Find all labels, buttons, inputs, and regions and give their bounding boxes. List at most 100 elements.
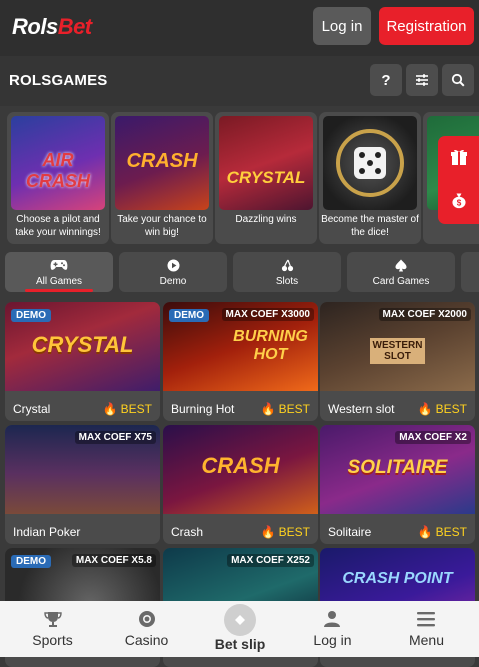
svg-text:$: $ <box>457 199 462 208</box>
featured-art: CRYSTAL <box>219 116 313 210</box>
nav-label: Casino <box>124 632 169 648</box>
max-coef-badge: MAX COEF X2000 <box>378 308 471 321</box>
ticket-icon <box>235 615 245 625</box>
menu-icon <box>417 612 435 627</box>
game-art-title: CRASH <box>201 453 280 478</box>
featured-art <box>323 116 417 210</box>
max-coef-badge: MAX COEF X5.8 <box>71 554 156 567</box>
featured-caption: Dazzling wins <box>235 214 297 225</box>
demo-badge: DEMO <box>11 309 51 322</box>
game-name: Crystal <box>13 402 51 416</box>
max-coef-badge: MAX COEF X75 <box>74 431 156 444</box>
fire-icon: 🔥 <box>417 525 433 539</box>
best-label: BEST <box>278 525 310 539</box>
game-art-title: CRASH POINT <box>342 570 453 587</box>
game-card-crash[interactable]: CRASH Crash 🔥 BEST <box>163 425 318 544</box>
featured-art: CRASH <box>115 116 209 210</box>
best-badge: 🔥 BEST <box>103 402 152 416</box>
top-bar: RolsBet Log in Registration <box>0 0 479 56</box>
nav-casino[interactable]: Casino <box>99 601 194 657</box>
game-card-burning-hot[interactable]: BURNING HOT DEMO MAX COEF X3000 Burning … <box>163 302 318 421</box>
game-card-crystal[interactable]: CRYSTAL DEMO Crystal 🔥 BEST <box>5 302 160 421</box>
user-icon <box>324 611 340 627</box>
demo-badge: DEMO <box>11 555 51 568</box>
game-card-indian-poker[interactable]: MAX COEF X75 Indian Poker <box>5 425 160 544</box>
fire-icon: 🔥 <box>102 402 118 416</box>
best-label: BEST <box>435 525 467 539</box>
game-art-title: WESTERN SLOT <box>370 338 425 364</box>
best-label: BEST <box>278 402 310 416</box>
demo-badge: DEMO <box>169 309 209 322</box>
tab-slots[interactable]: Slots <box>233 252 341 292</box>
help-button[interactable]: ? <box>370 64 402 96</box>
nav-login[interactable]: Log in <box>285 601 380 657</box>
question-icon: ? <box>381 71 391 89</box>
featured-art-title: CRYSTAL <box>226 168 306 187</box>
featured-card-crystal[interactable]: CRYSTAL Dazzling wins <box>215 112 317 244</box>
best-badge: 🔥 BEST <box>261 525 310 539</box>
filter-button[interactable] <box>406 64 438 96</box>
best-badge: 🔥 BEST <box>418 525 467 539</box>
game-art: CRASH <box>163 425 318 514</box>
category-tabs: All Games Demo Slots Card Games <box>0 252 479 294</box>
featured-card-air-crash[interactable]: AIR CRASH Choose a pilot and take your w… <box>7 112 109 244</box>
nav-menu[interactable]: Menu <box>379 601 474 657</box>
featured-caption: Take your chance to win big! <box>117 214 207 238</box>
max-coef-badge: MAX COEF X252 <box>227 554 314 567</box>
tab-more[interactable] <box>461 252 479 292</box>
tab-label: Demo <box>159 276 187 287</box>
bet-slip-label[interactable]: Bet slip <box>200 636 280 652</box>
fire-icon: 🔥 <box>260 402 276 416</box>
featured-card-crash[interactable]: CRASH Take your chance to win big! <box>111 112 213 244</box>
game-name: Burning Hot <box>171 402 235 416</box>
promo-side-panel: $ <box>438 136 479 224</box>
active-tab-indicator <box>25 289 93 292</box>
spade-icon <box>395 259 407 272</box>
login-button[interactable]: Log in <box>313 7 371 45</box>
game-name: Solitaire <box>328 525 372 539</box>
nav-sports[interactable]: Sports <box>5 601 100 657</box>
page-title: ROLSGAMES <box>9 72 108 89</box>
search-button[interactable] <box>442 64 474 96</box>
tab-label: Card Games <box>372 276 430 287</box>
logo[interactable]: RolsBet <box>12 14 92 40</box>
fire-icon: 🔥 <box>417 402 433 416</box>
bet-slip-button[interactable] <box>224 604 256 636</box>
gift-icon[interactable] <box>450 148 468 166</box>
featured-caption: Choose a pilot and take your winnings! <box>15 214 101 238</box>
game-card-solitaire[interactable]: SOLITAIRE MAX COEF X2 Solitaire 🔥 BEST <box>320 425 475 544</box>
gamepad-icon <box>50 260 68 270</box>
trophy-icon <box>44 612 62 627</box>
featured-carousel[interactable]: AIR CRASH Choose a pilot and take your w… <box>0 110 479 248</box>
best-label: BEST <box>120 402 152 416</box>
logo-text-bet: Bet <box>57 14 92 39</box>
fire-icon: 🔥 <box>260 525 276 539</box>
logo-text-rols: Rols <box>12 14 58 39</box>
nav-label: Log in <box>313 632 352 648</box>
casino-chip-icon <box>139 611 155 627</box>
max-coef-badge: MAX COEF X2 <box>395 431 471 444</box>
game-name: Western slot <box>328 402 395 416</box>
tab-all-games[interactable]: All Games <box>5 252 113 292</box>
tab-label: Slots <box>275 276 299 287</box>
featured-art-title: AIR CRASH <box>25 150 90 191</box>
game-name: Indian Poker <box>13 525 81 539</box>
featured-caption: Become the master of the dice! <box>321 214 419 238</box>
featured-art: AIR CRASH <box>11 116 105 210</box>
tab-label: All Games <box>35 276 83 287</box>
game-card-western-slot[interactable]: WESTERN SLOT MAX COEF X2000 Western slot… <box>320 302 475 421</box>
play-icon <box>167 259 180 272</box>
game-art-title: BURNING HOT <box>233 328 308 363</box>
tab-demo[interactable]: Demo <box>119 252 227 292</box>
featured-card-dice[interactable]: Become the master of the dice! <box>319 112 421 244</box>
registration-button[interactable]: Registration <box>379 7 474 45</box>
tab-card-games[interactable]: Card Games <box>347 252 455 292</box>
game-art-title: SOLITAIRE <box>347 457 448 478</box>
nav-label: Sports <box>32 632 73 648</box>
game-art-title: CRYSTAL <box>31 332 134 357</box>
best-label: BEST <box>435 402 467 416</box>
filter-icon <box>416 74 428 86</box>
game-name: Crash <box>171 525 204 539</box>
nav-label: Menu <box>408 632 445 648</box>
money-bag-icon[interactable]: $ <box>450 191 468 209</box>
